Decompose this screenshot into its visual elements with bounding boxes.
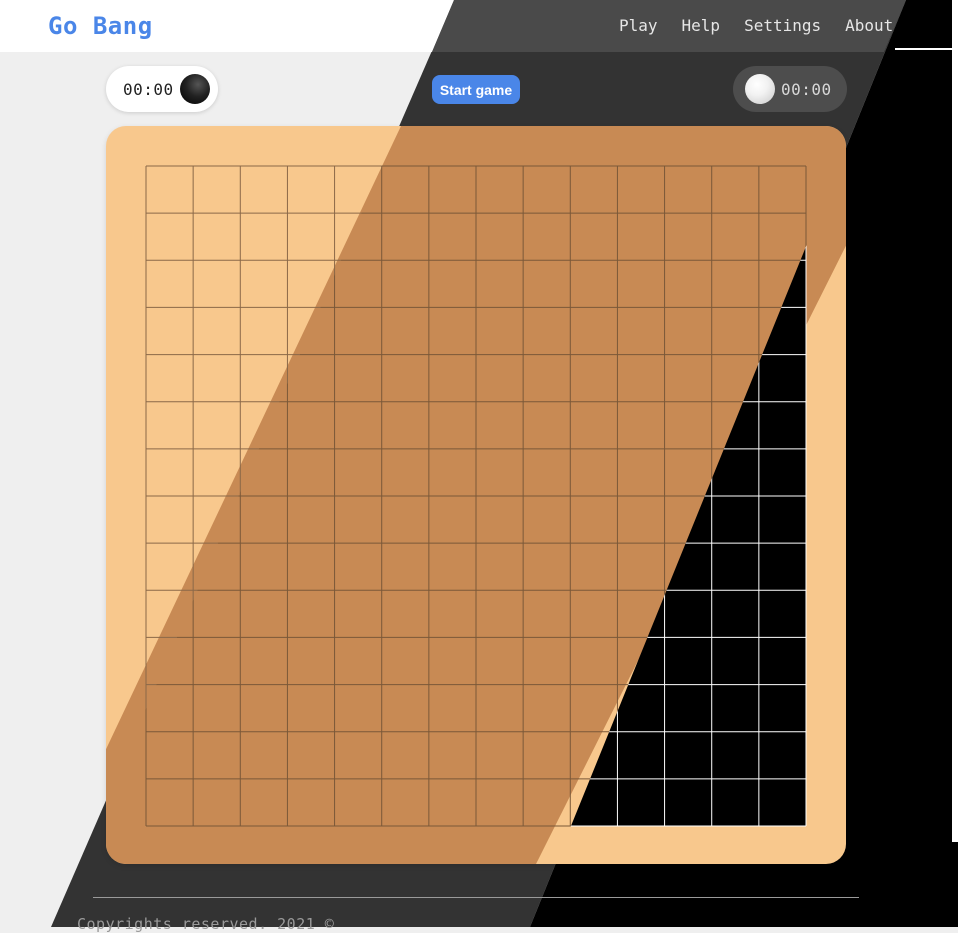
board-grid[interactable] bbox=[0, 0, 958, 927]
scrollbar[interactable] bbox=[952, 0, 958, 842]
